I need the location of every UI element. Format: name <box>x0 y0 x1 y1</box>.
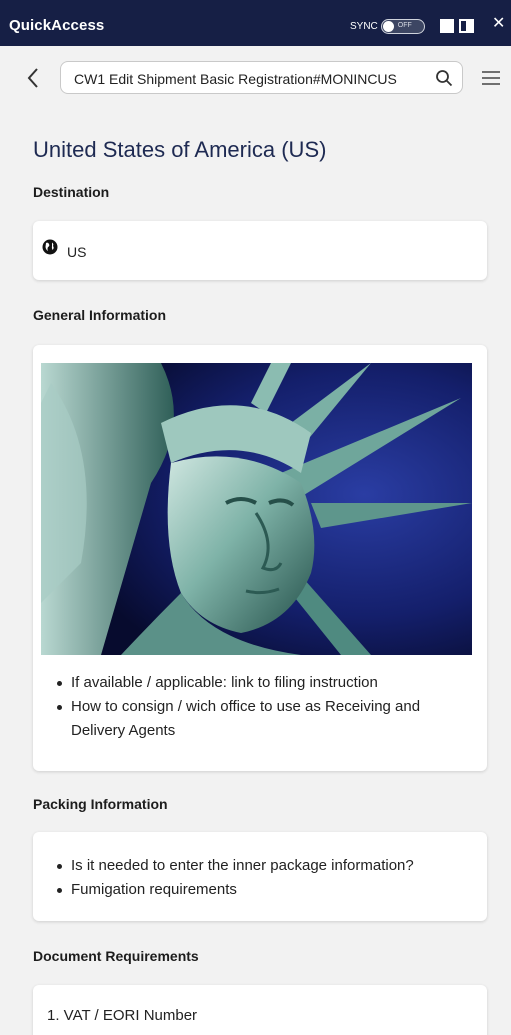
general-info-list: If available / applicable: link to filin… <box>57 671 477 743</box>
packing-info-heading: Packing Information <box>33 796 168 812</box>
title-bar: QuickAccess SYNC OFF ✕ <box>0 0 511 46</box>
list-item: How to consign / wich office to use as R… <box>57 695 477 743</box>
close-icon[interactable]: ✕ <box>492 15 505 32</box>
general-info-card: If available / applicable: link to filin… <box>33 345 487 771</box>
list-item: Fumigation requirements <box>57 878 477 902</box>
destination-card: US <box>33 221 487 280</box>
globe-icon <box>42 239 58 255</box>
general-info-heading: General Information <box>33 307 167 323</box>
search-icon[interactable] <box>435 69 453 87</box>
list-item-text: How to consign / wich office to use as R… <box>71 698 421 715</box>
packing-info-card: Is it needed to enter the inner package … <box>33 832 487 921</box>
sync-label: SYNC <box>350 20 378 32</box>
destination-heading: Destination <box>33 184 110 200</box>
list-item: 1. VAT / EORI Number <box>47 1007 198 1024</box>
destination-value: US <box>67 244 87 260</box>
sync-toggle[interactable]: OFF <box>380 18 425 34</box>
sync-control[interactable]: SYNC OFF <box>350 18 425 34</box>
sync-state: OFF <box>397 21 412 29</box>
document-requirements-card: 1. VAT / EORI Number <box>33 985 487 1035</box>
nav-bar: CW1 Edit Shipment Basic Registration#MON… <box>0 46 511 108</box>
page-title: United States of America (US) <box>33 137 327 162</box>
document-requirements-list: 1. VAT / EORI Number <box>47 1007 197 1024</box>
list-item: If available / applicable: link to filin… <box>57 671 477 695</box>
toggle-knob <box>382 20 394 32</box>
app-title: QuickAccess <box>9 17 105 34</box>
document-requirements-heading: Document Requirements <box>33 948 199 964</box>
statue-of-liberty-image <box>41 363 472 655</box>
back-icon[interactable] <box>24 66 44 90</box>
search-input[interactable]: CW1 Edit Shipment Basic Registration#MON… <box>60 61 463 94</box>
packing-info-list: Is it needed to enter the inner package … <box>57 854 477 902</box>
search-value: CW1 Edit Shipment Basic Registration#MON… <box>74 71 397 87</box>
dock-icon[interactable] <box>459 19 474 33</box>
maximize-icon[interactable] <box>440 19 454 33</box>
menu-icon[interactable] <box>481 70 501 86</box>
list-item: Is it needed to enter the inner package … <box>57 854 477 878</box>
list-item-text-cont: Delivery Agents <box>71 722 176 739</box>
